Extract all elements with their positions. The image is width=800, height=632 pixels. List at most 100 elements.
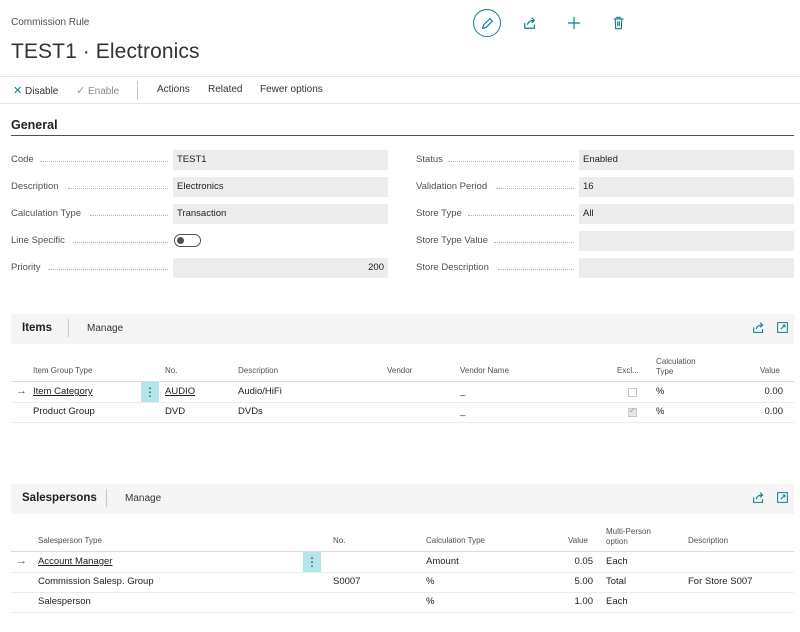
col-value[interactable]: Value (760, 366, 780, 376)
item-value[interactable]: 0.00 (731, 382, 784, 402)
col-multi-person-option[interactable]: Multi-Person option (606, 527, 651, 547)
item-calc-type[interactable]: % (656, 382, 664, 402)
salespersons-title[interactable]: Salespersons (22, 492, 97, 504)
item-no-link[interactable]: AUDIO (165, 382, 195, 402)
action-bar: ✕ Disable ✓ Enable Actions Related Fewer… (0, 76, 800, 104)
col-calculation-type[interactable]: Calculation Type (656, 357, 696, 377)
edit-button[interactable] (473, 9, 501, 37)
items-part-header: Items Manage (11, 314, 794, 342)
share-button[interactable] (516, 9, 544, 37)
col-value[interactable]: Value (568, 536, 588, 546)
general-section-title[interactable]: General (11, 118, 58, 132)
salespersons-manage-menu[interactable]: Manage (125, 493, 161, 504)
items-title[interactable]: Items (22, 322, 52, 334)
row-divider (11, 612, 794, 613)
item-value[interactable]: 0.00 (731, 402, 784, 422)
item-no[interactable]: DVD (165, 402, 185, 422)
code-field[interactable]: TEST1 (173, 150, 388, 170)
actions-menu[interactable]: Actions (157, 84, 190, 95)
line-specific-toggle[interactable] (174, 234, 201, 247)
dots-leader (468, 215, 574, 216)
col-item-group-type[interactable]: Item Group Type (33, 366, 92, 376)
share-icon (524, 17, 536, 29)
part-separator (106, 489, 107, 507)
salespersons-grid: Salesperson Type No. Calculation Type Va… (11, 514, 794, 632)
validation-period-field[interactable]: 16 (579, 177, 794, 197)
col-multi-person-line2: option (606, 537, 628, 546)
col-no[interactable]: No. (165, 366, 177, 376)
salespersons-share-button[interactable] (752, 491, 766, 505)
row-selected-arrow-icon: → (16, 385, 27, 397)
priority-field[interactable]: 200 (173, 258, 388, 278)
salesperson-calc-type[interactable]: % (426, 592, 434, 612)
salesperson-type[interactable]: Commission Salesp. Group (38, 572, 154, 592)
validation-period-label: Validation Period (416, 181, 488, 192)
col-no[interactable]: No. (333, 536, 345, 546)
salesperson-calc-type[interactable]: % (426, 572, 434, 592)
general-section-divider (11, 135, 794, 136)
dots-leader (448, 161, 574, 162)
salesperson-no[interactable]: S0007 (333, 572, 360, 592)
item-vendor-name[interactable]: _ (460, 402, 465, 422)
enable-action[interactable]: ✓ Enable (76, 84, 119, 97)
store-type-value-label: Store Type Value (416, 235, 489, 246)
col-vendor[interactable]: Vendor (387, 366, 412, 376)
dots-leader (496, 188, 574, 189)
col-calculation-type-line1: Calculation (656, 357, 696, 366)
calculation-type-field[interactable]: Transaction (173, 204, 388, 224)
new-button[interactable] (560, 9, 588, 37)
items-expand-button[interactable] (776, 321, 790, 335)
item-group-type[interactable]: Product Group (33, 402, 95, 422)
description-field[interactable]: Electronics (173, 177, 388, 197)
fewer-options-button[interactable]: Fewer options (260, 84, 323, 95)
col-description[interactable]: Description (238, 366, 278, 376)
priority-label: Priority (11, 262, 41, 273)
enable-label: Enable (88, 86, 120, 97)
salesperson-type-link[interactable]: Account Manager (38, 552, 112, 572)
share-icon (753, 322, 764, 333)
page-title: TEST1 · Electronics (11, 40, 200, 63)
item-vendor-name[interactable]: _ (460, 382, 465, 402)
disable-action[interactable]: ✕ Disable (13, 84, 58, 97)
salesperson-multi-option[interactable]: Total (606, 572, 626, 592)
salespersons-part-header: Salespersons Manage (11, 484, 794, 512)
salesperson-multi-option[interactable]: Each (606, 592, 628, 612)
col-calculation-type[interactable]: Calculation Type (426, 536, 485, 546)
item-excl-checkbox[interactable] (628, 406, 637, 417)
col-vendor-name[interactable]: Vendor Name (460, 366, 509, 376)
col-description[interactable]: Description (688, 536, 728, 546)
store-description-field[interactable] (579, 258, 794, 278)
grid-header-divider (11, 381, 794, 382)
col-multi-person-line1: Multi-Person (606, 527, 651, 536)
items-share-button[interactable] (752, 321, 766, 335)
plus-icon (567, 16, 581, 30)
row-actions-menu[interactable]: ⋮ (303, 552, 321, 572)
row-actions-menu[interactable]: ⋮ (141, 382, 159, 402)
store-type-field[interactable]: All (579, 204, 794, 224)
item-description[interactable]: Audio/HiFi (238, 382, 282, 402)
col-excl[interactable]: Excl... (617, 366, 639, 376)
store-description-label: Store Description (416, 262, 489, 273)
dots-leader (494, 242, 574, 243)
action-separator (137, 81, 138, 100)
item-description[interactable]: DVDs (238, 402, 263, 422)
item-calc-type[interactable]: % (656, 402, 664, 422)
status-field[interactable]: Enabled (579, 150, 794, 170)
store-type-value-field[interactable] (579, 231, 794, 251)
salesperson-type[interactable]: Salesperson (38, 592, 91, 612)
related-menu[interactable]: Related (208, 84, 242, 95)
item-group-type-link[interactable]: Item Category (33, 382, 93, 402)
salesperson-value[interactable]: 0.05 (541, 552, 594, 572)
salesperson-description[interactable]: For Store S007 (688, 572, 752, 592)
delete-button[interactable] (604, 9, 632, 37)
pencil-icon (481, 17, 493, 29)
salesperson-calc-type[interactable]: Amount (426, 552, 459, 572)
salesperson-value[interactable]: 5.00 (541, 572, 594, 592)
col-salesperson-type[interactable]: Salesperson Type (38, 536, 102, 546)
salesperson-value[interactable]: 1.00 (541, 592, 594, 612)
salesperson-multi-option[interactable]: Each (606, 552, 628, 572)
salespersons-expand-button[interactable] (776, 491, 790, 505)
trash-icon (613, 16, 623, 30)
item-excl-checkbox[interactable] (628, 388, 637, 397)
items-manage-menu[interactable]: Manage (87, 323, 123, 334)
